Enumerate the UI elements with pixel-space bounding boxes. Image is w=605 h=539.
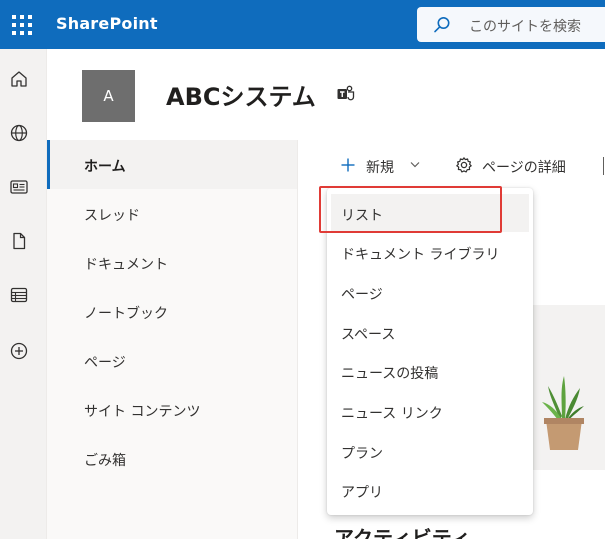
news-icon[interactable] [9, 177, 29, 197]
add-circle-icon[interactable] [9, 341, 29, 361]
menu-item-label: ニュースの投稿 [341, 366, 439, 382]
globe-icon[interactable] [9, 123, 29, 143]
menu-item-news-post[interactable]: ニュースの投稿 [331, 352, 529, 390]
menu-item-label: リスト [341, 208, 383, 224]
activity-heading: アクティビティ [334, 526, 471, 539]
chevron-down-icon [410, 162, 420, 168]
site-logo[interactable]: A [82, 70, 135, 122]
menu-item-label: ドキュメント ライブラリ [341, 247, 500, 263]
document-icon[interactable] [9, 231, 29, 251]
potted-plant-image [542, 376, 584, 450]
list-icon[interactable] [9, 285, 29, 305]
nav-item-label: サイト コンテンツ [84, 404, 201, 420]
command-separator [603, 157, 604, 175]
nav-item-site-contents[interactable]: サイト コンテンツ [47, 385, 297, 434]
nav-item-label: ノートブック [84, 306, 168, 322]
menu-item-label: プラン [341, 446, 383, 462]
nav-item-documents[interactable]: ドキュメント [47, 238, 297, 287]
gear-icon [456, 157, 472, 173]
page-details-label: ページの詳細 [482, 160, 566, 176]
app-launcher-icon[interactable] [0, 0, 44, 49]
nav-item-label: ページ [84, 355, 126, 371]
nav-item-label: ドキュメント [84, 257, 168, 273]
menu-item-label: アプリ [341, 485, 383, 501]
menu-item-label: ニュース リンク [341, 406, 443, 422]
new-button-label: 新規 [366, 160, 394, 176]
menu-item-list[interactable]: リスト [331, 194, 529, 232]
nav-item-threads[interactable]: スレッド [47, 189, 297, 238]
nav-item-label: ホーム [84, 159, 126, 175]
new-dropdown-menu: リスト ドキュメント ライブラリ ページ スペース ニュースの投稿 ニュース リ… [327, 188, 533, 515]
left-navigation: ホーム スレッド ドキュメント ノートブック ページ サイト コンテンツ ごみ箱 [47, 140, 298, 539]
menu-item-page[interactable]: ページ [331, 273, 529, 311]
app-name[interactable]: SharePoint [56, 14, 158, 33]
menu-item-app[interactable]: アプリ [331, 471, 529, 509]
suite-bar: SharePoint このサイトを検索 [0, 0, 605, 49]
nav-item-home[interactable]: ホーム [47, 140, 297, 189]
menu-item-plan[interactable]: プラン [331, 432, 529, 470]
menu-item-news-link[interactable]: ニュース リンク [331, 392, 529, 430]
app-rail [0, 49, 47, 539]
nav-item-recycle-bin[interactable]: ごみ箱 [47, 434, 297, 483]
site-logo-letter: A [103, 87, 114, 105]
menu-item-label: ページ [341, 287, 383, 303]
nav-item-label: ごみ箱 [84, 453, 126, 469]
menu-item-document-library[interactable]: ドキュメント ライブラリ [331, 233, 529, 271]
search-placeholder: このサイトを検索 [469, 19, 581, 35]
search-icon [434, 17, 450, 33]
home-icon[interactable] [9, 69, 29, 89]
search-box[interactable]: このサイトを検索 [417, 7, 605, 42]
nav-item-pages[interactable]: ページ [47, 336, 297, 385]
menu-item-space[interactable]: スペース [331, 313, 529, 351]
nav-item-label: スレッド [84, 208, 140, 224]
plus-icon [341, 158, 355, 172]
site-title[interactable]: ABCシステム [166, 77, 316, 112]
teams-icon[interactable] [336, 84, 356, 104]
menu-item-label: スペース [341, 327, 396, 343]
nav-item-notebook[interactable]: ノートブック [47, 287, 297, 336]
